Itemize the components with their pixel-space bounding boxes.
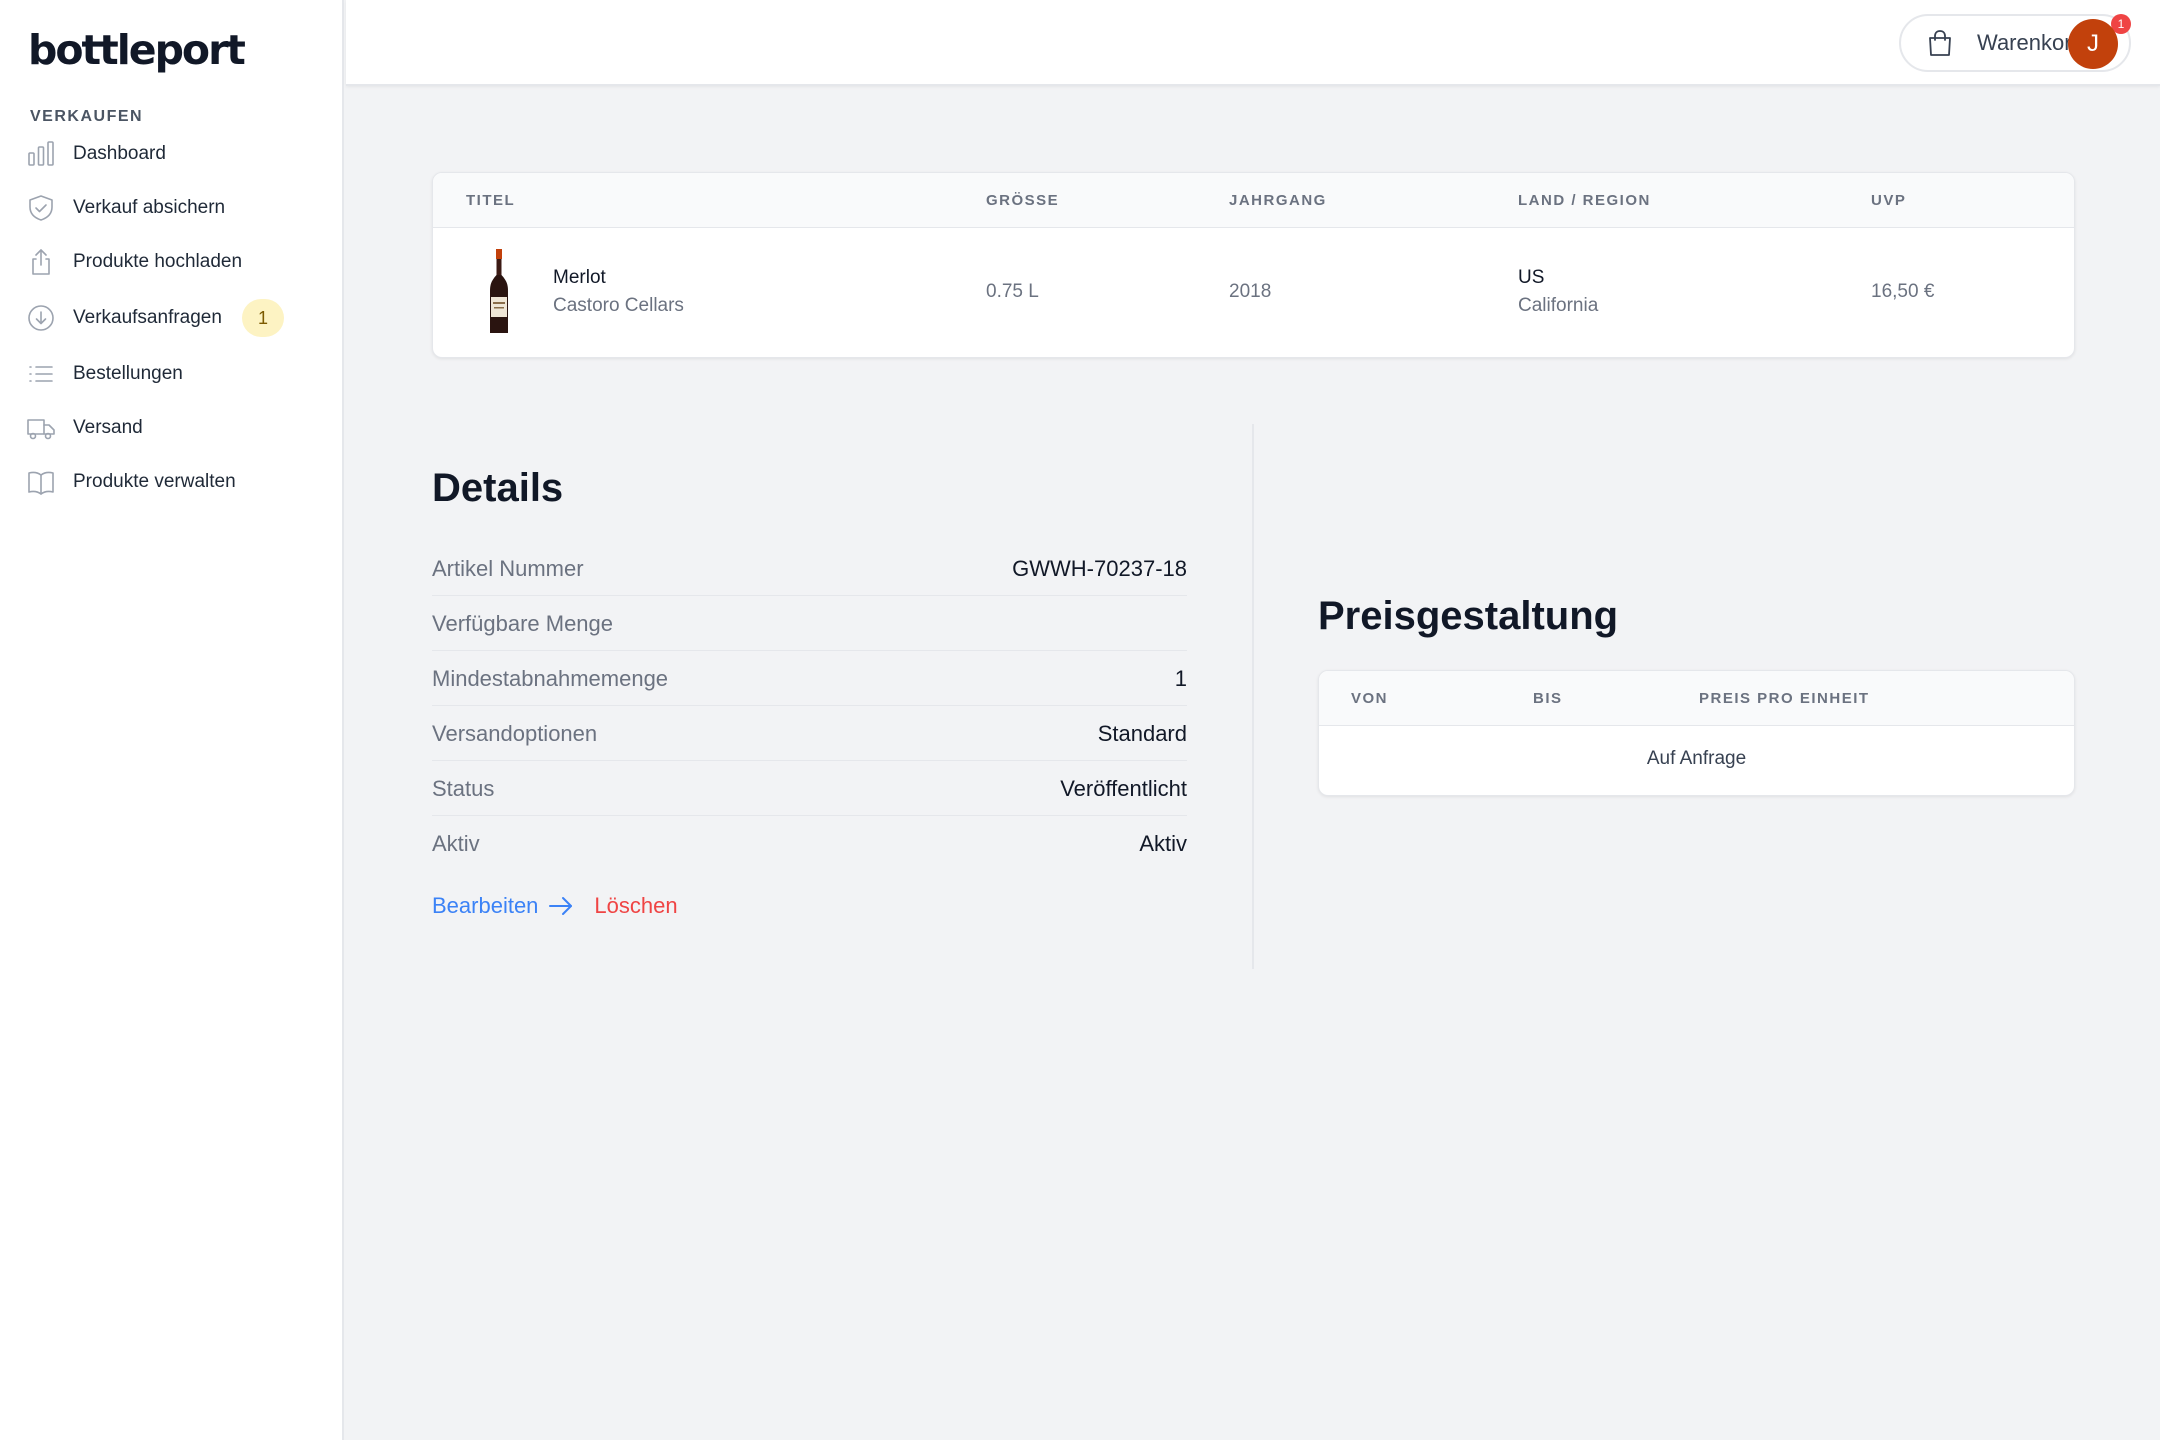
- sidebar-item-label: Verkaufsanfragen: [73, 307, 222, 328]
- sidebar-item-produkte-hochladen[interactable]: Produkte hochladen: [26, 242, 326, 282]
- download-circle-icon: [26, 303, 56, 333]
- shopping-bag-icon: [1925, 28, 1955, 58]
- detail-row-status: Status Veröffentlicht: [432, 761, 1187, 816]
- product-size: 0.75 L: [986, 281, 1039, 302]
- detail-label: Status: [432, 776, 495, 801]
- wine-bottle-image: [490, 249, 508, 333]
- sidebar-item-label: Bestellungen: [73, 363, 183, 384]
- shield-check-icon: [26, 193, 56, 223]
- column-header-vintage: JAHRGANG: [1229, 192, 1327, 209]
- product-country: US: [1518, 267, 1545, 288]
- detail-row-shipping-options: Versandoptionen Standard: [432, 706, 1187, 761]
- bar-chart-icon: [26, 139, 56, 169]
- list-icon: [26, 359, 56, 389]
- detail-value: 1: [1174, 666, 1187, 691]
- detail-label: Verfügbare Menge: [432, 611, 614, 636]
- section-divider: [1252, 424, 1254, 969]
- sidebar-item-produkte-verwalten[interactable]: Produkte verwalten: [26, 462, 326, 502]
- detail-row-minimum-quantity: Mindestabnahmemenge 1: [432, 651, 1187, 706]
- sidebar-item-versand[interactable]: Versand: [26, 408, 326, 448]
- detail-label: Versandoptionen: [432, 721, 598, 746]
- product-vintage: 2018: [1229, 281, 1272, 302]
- table-header: TITEL GRÖSSE JAHRGANG LAND / REGION UVP: [433, 173, 2074, 228]
- column-header-price: UVP: [1871, 192, 1907, 209]
- upload-icon: [26, 247, 56, 277]
- detail-row-active: Aktiv Aktiv: [432, 816, 1187, 871]
- column-header-title: TITEL: [466, 192, 516, 209]
- details-title: Details: [432, 466, 564, 510]
- detail-actions: Bearbeiten Löschen: [432, 893, 678, 919]
- detail-label: Artikel Nummer: [432, 556, 584, 581]
- sidebar-count-badge: 1: [241, 299, 284, 337]
- detail-value: GWWH-70237-18: [1012, 556, 1187, 581]
- column-header-to: BIS: [1533, 690, 1563, 707]
- edit-link-label: Bearbeiten: [432, 893, 539, 918]
- sidebar: bottleport VERKAUFEN Dashboard Verkauf a…: [0, 0, 344, 1440]
- detail-label: Mindestabnahmemenge: [432, 666, 669, 691]
- sidebar-item-dashboard[interactable]: Dashboard: [26, 134, 326, 174]
- sidebar-item-verkaufsanfragen[interactable]: Verkaufsanfragen 1: [26, 298, 326, 338]
- table-header: VON BIS PREIS PRO EINHEIT: [1319, 671, 2074, 726]
- book-open-icon: [26, 467, 56, 497]
- detail-value: Veröffentlicht: [1060, 776, 1187, 801]
- sidebar-item-verkauf-absichern[interactable]: Verkauf absichern: [26, 188, 326, 228]
- pricing-title: Preisgestaltung: [1318, 594, 1619, 638]
- truck-icon: [26, 413, 56, 443]
- edit-link[interactable]: Bearbeiten: [432, 893, 574, 919]
- detail-value: Aktiv: [1139, 831, 1187, 856]
- sidebar-item-label: Versand: [73, 417, 143, 438]
- top-bar: Warenkorb 1 J: [346, 0, 2160, 86]
- detail-value: Standard: [1097, 721, 1187, 746]
- sidebar-item-label: Verkauf absichern: [73, 197, 226, 218]
- product-region: California: [1518, 295, 1599, 316]
- column-header-country-region: LAND / REGION: [1518, 192, 1651, 209]
- pricing-empty-state: Auf Anfrage: [1646, 748, 1747, 769]
- sidebar-item-label: Produkte verwalten: [73, 471, 236, 492]
- user-avatar[interactable]: J: [2068, 19, 2118, 69]
- column-header-size: GRÖSSE: [986, 192, 1060, 209]
- arrow-right-icon: [549, 897, 573, 915]
- column-header-unit-price: PREIS PRO EINHEIT: [1699, 690, 1870, 707]
- product-table: TITEL GRÖSSE JAHRGANG LAND / REGION UVP …: [432, 172, 2075, 358]
- sidebar-section-label: VERKAUFEN: [30, 108, 144, 125]
- sidebar-item-label: Produkte hochladen: [73, 251, 243, 272]
- sidebar-item-label: Dashboard: [73, 143, 166, 164]
- detail-label: Aktiv: [432, 831, 480, 856]
- delete-link[interactable]: Löschen: [594, 893, 677, 919]
- product-name[interactable]: Merlot: [553, 267, 606, 289]
- detail-row-available-quantity: Verfügbare Menge: [432, 596, 1187, 651]
- column-header-from: VON: [1351, 690, 1389, 707]
- sidebar-item-bestellungen[interactable]: Bestellungen: [26, 354, 326, 394]
- pricing-table: VON BIS PREIS PRO EINHEIT Auf Anfrage: [1318, 670, 2075, 796]
- detail-row-article-number: Artikel Nummer GWWH-70237-18: [432, 541, 1187, 596]
- product-producer: Castoro Cellars: [553, 295, 684, 316]
- product-price: 16,50 €: [1871, 281, 1935, 302]
- brand-logo[interactable]: bottleport: [28, 26, 246, 74]
